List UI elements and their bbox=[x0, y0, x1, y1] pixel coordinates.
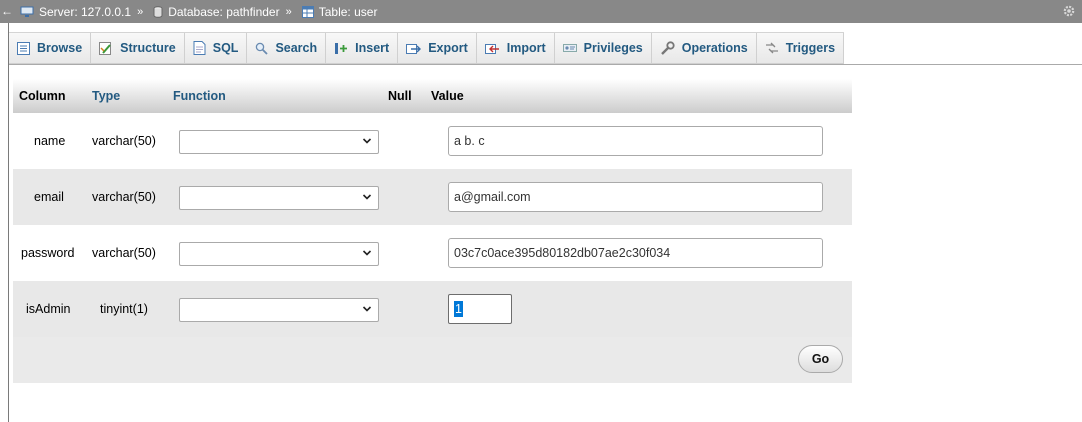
server-icon bbox=[20, 6, 34, 17]
chevron-down-icon bbox=[362, 250, 372, 256]
structure-icon bbox=[99, 41, 113, 55]
column-type: tinyint(1) bbox=[100, 302, 148, 316]
header-value: Value bbox=[431, 89, 464, 103]
table-row: isAdmin tinyint(1) 1 bbox=[13, 281, 852, 337]
app-window: ← Server: 127.0.0.1 » Database: pathfind… bbox=[0, 0, 1082, 422]
breadcrumb-database-label: Database: pathfinder bbox=[168, 4, 280, 19]
tab-export-label: Export bbox=[428, 41, 468, 55]
value-input[interactable]: 03c7c0ace395d80182db07ae2c30f034 bbox=[448, 238, 823, 268]
column-name: password bbox=[21, 246, 75, 260]
table-row: name varchar(50) a b. c bbox=[13, 113, 852, 169]
tab-triggers-label: Triggers bbox=[785, 41, 836, 55]
breadcrumb-server-label: Server: 127.0.0.1 bbox=[39, 4, 132, 19]
export-icon bbox=[406, 42, 422, 55]
tab-sql[interactable]: SQL bbox=[185, 33, 248, 63]
function-select[interactable] bbox=[179, 186, 379, 210]
value-input-active[interactable]: 1 bbox=[448, 294, 512, 324]
chevron-down-icon bbox=[362, 138, 372, 144]
tab-import-label: Import bbox=[506, 41, 546, 55]
tab-export[interactable]: Export bbox=[398, 33, 477, 63]
database-icon bbox=[153, 5, 163, 18]
header-type[interactable]: Type bbox=[92, 89, 120, 103]
tab-structure[interactable]: Structure bbox=[91, 33, 185, 63]
tab-bar: Browse Structure SQL Search Insert Expor… bbox=[9, 23, 1082, 65]
header-column: Column bbox=[19, 89, 66, 103]
breadcrumb: Server: 127.0.0.1 » Database: pathfinder… bbox=[16, 5, 377, 19]
tab-privileges-label: Privileges bbox=[583, 41, 643, 55]
wrench-icon bbox=[660, 40, 675, 56]
breadcrumb-bar: ← Server: 127.0.0.1 » Database: pathfind… bbox=[0, 0, 1082, 23]
breadcrumb-table[interactable]: Table: user bbox=[298, 4, 378, 19]
table-icon bbox=[301, 5, 314, 18]
table-row: email varchar(50) a@gmail.com bbox=[13, 169, 852, 225]
tab-privileges[interactable]: Privileges bbox=[555, 33, 652, 63]
tab-browse[interactable]: Browse bbox=[9, 33, 92, 63]
column-name: name bbox=[34, 134, 66, 148]
tab-insert[interactable]: Insert bbox=[326, 33, 399, 63]
column-type: varchar(50) bbox=[92, 134, 156, 148]
breadcrumb-table-label: Table: user bbox=[318, 4, 378, 19]
column-type: varchar(50) bbox=[92, 246, 156, 260]
tab-browse-label: Browse bbox=[37, 41, 83, 55]
tab-import[interactable]: Import bbox=[477, 33, 555, 63]
insert-icon bbox=[334, 42, 348, 55]
tab-triggers[interactable]: Triggers bbox=[757, 33, 845, 63]
chevron-down-icon bbox=[362, 306, 372, 312]
header-null: Null bbox=[388, 89, 412, 103]
tab-operations[interactable]: Operations bbox=[652, 33, 757, 63]
browse-icon bbox=[17, 41, 30, 55]
column-type: varchar(50) bbox=[92, 190, 156, 204]
tab-search-label: Search bbox=[275, 41, 318, 55]
chevron-down-icon bbox=[362, 194, 372, 200]
tab-structure-label: Structure bbox=[120, 41, 176, 55]
search-icon bbox=[255, 42, 269, 55]
table-header: Column Type Function Null Value bbox=[13, 79, 852, 113]
breadcrumb-separator: » bbox=[285, 5, 292, 18]
tab-list: Browse Structure SQL Search Insert Expor… bbox=[9, 32, 845, 64]
function-select[interactable] bbox=[179, 298, 379, 322]
column-name: isAdmin bbox=[26, 302, 71, 316]
tab-insert-label: Insert bbox=[355, 41, 390, 55]
import-icon bbox=[484, 42, 500, 55]
settings-gear-icon[interactable] bbox=[1062, 4, 1076, 18]
back-arrow-icon[interactable]: ← bbox=[1, 0, 13, 23]
insert-form-table: Column Type Function Null Value name var… bbox=[13, 79, 852, 383]
function-select[interactable] bbox=[179, 130, 379, 154]
breadcrumb-separator: » bbox=[137, 5, 144, 18]
tab-search[interactable]: Search bbox=[247, 33, 327, 63]
privileges-icon bbox=[562, 42, 577, 54]
breadcrumb-database[interactable]: Database: pathfinder bbox=[149, 4, 280, 19]
tab-sql-label: SQL bbox=[212, 41, 239, 55]
function-select[interactable] bbox=[179, 242, 379, 266]
selected-value-text: 1 bbox=[454, 301, 463, 317]
form-footer: Go bbox=[13, 337, 852, 383]
table-row: password varchar(50) 03c7c0ace395d80182d… bbox=[13, 225, 852, 281]
tab-operations-label: Operations bbox=[681, 41, 748, 55]
column-name: email bbox=[34, 190, 64, 204]
value-input[interactable]: a b. c bbox=[448, 126, 823, 156]
value-input[interactable]: a@gmail.com bbox=[448, 182, 823, 212]
triggers-icon bbox=[765, 42, 779, 54]
sql-icon bbox=[193, 41, 206, 55]
go-button[interactable]: Go bbox=[798, 345, 843, 373]
breadcrumb-server[interactable]: Server: 127.0.0.1 bbox=[16, 5, 131, 19]
header-function[interactable]: Function bbox=[173, 89, 226, 103]
left-divider bbox=[8, 23, 9, 422]
